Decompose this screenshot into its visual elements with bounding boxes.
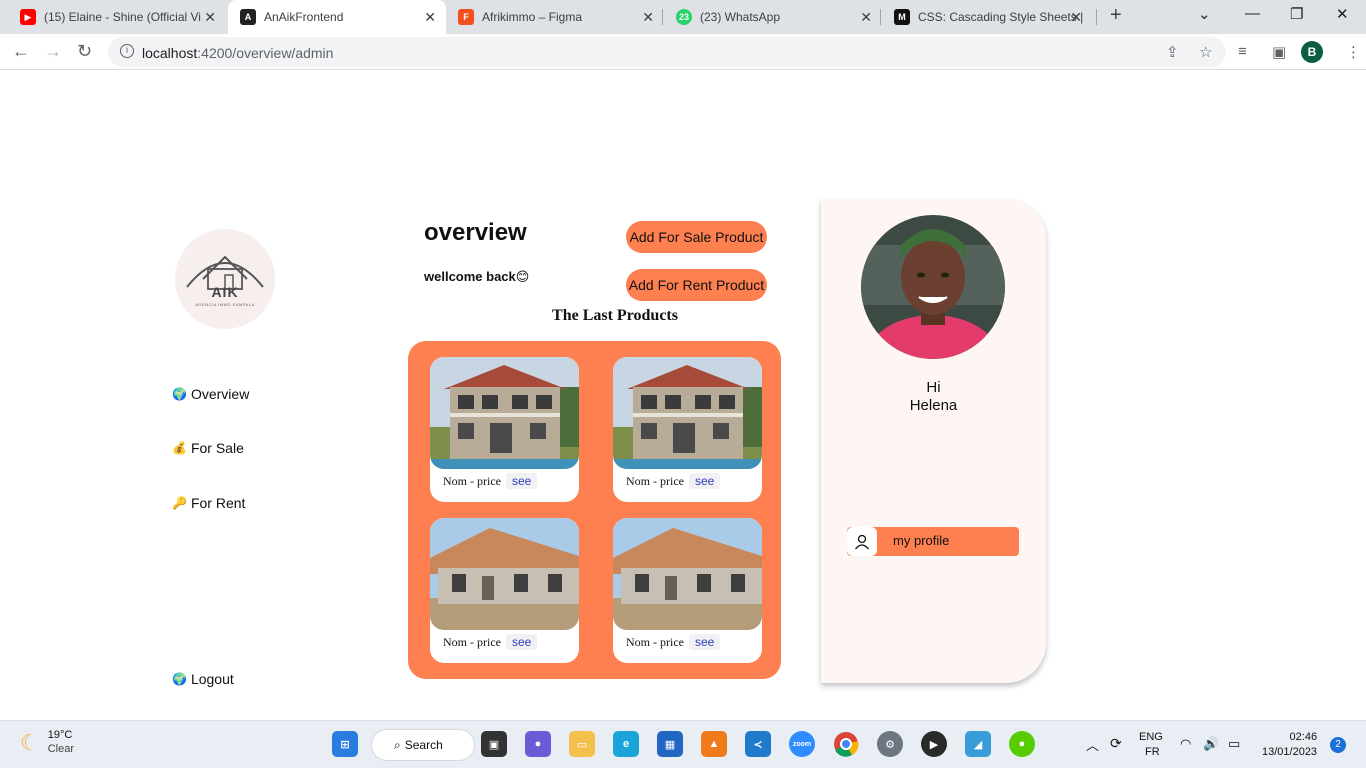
product-card[interactable]: Nom - price see	[430, 357, 579, 502]
close-window-button[interactable]: ✕	[1336, 5, 1349, 23]
back-button[interactable]: ←	[12, 41, 30, 62]
settings-gear-icon[interactable]: ⚙	[877, 731, 903, 757]
product-card[interactable]: Nom - price see	[613, 518, 762, 663]
photos-icon[interactable]: ◢	[965, 731, 991, 757]
sidebar-item-logout[interactable]: 🌍 Logout	[172, 671, 234, 687]
restore-button[interactable]: ❐	[1290, 5, 1303, 23]
page-title: overview	[424, 219, 527, 246]
weather-widget[interactable]: ☾ 19°C Clear	[20, 729, 74, 757]
tab-youtube[interactable]: ▶ (15) Elaine - Shine (Official Vi ✕	[8, 0, 226, 34]
tab-mdn[interactable]: M CSS: Cascading Style Sheets | ✕	[882, 0, 1092, 34]
volume-icon[interactable]: 🔊	[1203, 736, 1219, 752]
task-view-icon[interactable]: ▣	[481, 731, 507, 757]
windows-taskbar: ☾ 19°C Clear ⊞ ⌕ Search ▣ ● ▭ e ▦ ▲ ≺ zo…	[0, 720, 1366, 768]
info-icon[interactable]: i	[120, 44, 134, 58]
figma-icon: F	[458, 9, 474, 25]
tab-figma[interactable]: F Afrikimmo – Figma ✕	[446, 0, 664, 34]
add-for-rent-button[interactable]: Add For Rent Product	[626, 269, 767, 301]
whatsapp-icon: 23	[676, 9, 692, 25]
minimize-button[interactable]: —	[1245, 5, 1260, 22]
vlc-icon[interactable]: ▲	[701, 731, 727, 757]
notification-badge[interactable]: 2	[1330, 737, 1346, 753]
product-card[interactable]: Nom - price see	[613, 357, 762, 502]
product-caption: Nom - price see	[626, 473, 721, 489]
user-avatar	[861, 215, 1005, 359]
globe-icon: 🌍	[172, 672, 187, 686]
house-photo	[430, 518, 579, 630]
product-caption: Nom - price see	[443, 473, 538, 489]
product-caption: Nom - price see	[626, 634, 721, 650]
aik-logo: AIK AGENCIA IMMO KAMPALA	[175, 229, 275, 329]
sidebar-item-for-sale[interactable]: 💰 For Sale	[172, 440, 244, 456]
vscode-icon[interactable]: ≺	[745, 731, 771, 757]
bookmark-star-icon[interactable]: ☆	[1199, 43, 1212, 61]
greeting-text: Hi Helena	[909, 379, 958, 414]
money-bag-icon: 💰	[172, 441, 187, 455]
user-icon	[847, 527, 877, 556]
forward-button[interactable]: →	[44, 41, 62, 62]
clock[interactable]: 02:46 13/01/2023	[1262, 731, 1317, 758]
moon-icon: ☾	[20, 730, 40, 755]
tab-search-icon[interactable]: ⌄	[1198, 5, 1211, 23]
battery-icon[interactable]: ▭	[1228, 736, 1240, 752]
browser-tab-strip: ▶ (15) Elaine - Shine (Official Vi ✕ A A…	[0, 0, 1366, 34]
browser-toolbar: ← → ↻ i localhost:4200/overview/admin ⇪ …	[0, 34, 1366, 70]
see-link[interactable]: see	[688, 634, 721, 650]
duolingo-icon[interactable]: ●	[1009, 731, 1035, 757]
close-icon[interactable]: ✕	[424, 9, 436, 26]
sync-icon[interactable]: ⟳	[1110, 735, 1122, 752]
chat-icon[interactable]: ●	[525, 731, 551, 757]
address-bar[interactable]: i localhost:4200/overview/admin ⇪ ☆	[108, 37, 1226, 67]
close-icon[interactable]: ✕	[642, 9, 654, 26]
language-indicator[interactable]: ENG FR	[1139, 731, 1163, 758]
side-panel-icon[interactable]: ▣	[1272, 43, 1286, 61]
close-icon[interactable]: ✕	[1070, 9, 1082, 26]
welcome-text: wellcome back😊	[424, 269, 530, 284]
see-link[interactable]: see	[688, 473, 721, 489]
angular-icon: A	[240, 9, 256, 25]
globe-icon: 🌍	[172, 387, 187, 401]
profile-panel: Hi Helena my profile	[821, 199, 1046, 683]
house-photo	[613, 357, 762, 469]
house-photo	[613, 518, 762, 630]
product-card[interactable]: Nom - price see	[430, 518, 579, 663]
search-icon: ⌕	[394, 737, 401, 752]
chrome-icon[interactable]	[833, 731, 859, 757]
youtube-icon: ▶	[20, 9, 36, 25]
mdn-icon: M	[894, 9, 910, 25]
share-icon[interactable]: ⇪	[1166, 43, 1179, 61]
edge-icon[interactable]: e	[613, 731, 639, 757]
zoom-icon[interactable]: zoom	[789, 731, 815, 757]
last-products-title: The Last Products	[552, 307, 678, 324]
sidebar-item-overview[interactable]: 🌍 Overview	[172, 386, 249, 402]
url-text[interactable]: localhost:4200/overview/admin	[142, 45, 333, 61]
products-panel: Nom - price see Nom - price see Nom - pr…	[408, 341, 781, 679]
reload-button[interactable]: ↻	[77, 41, 92, 62]
start-icon[interactable]: ⊞	[332, 731, 358, 757]
product-caption: Nom - price see	[443, 634, 538, 650]
media-player-icon[interactable]: ▶	[921, 731, 947, 757]
chevron-up-icon[interactable]: ︿	[1086, 735, 1099, 754]
close-icon[interactable]: ✕	[860, 9, 872, 26]
tab-anaikfrontend[interactable]: A AnAikFrontend ✕	[228, 0, 446, 34]
see-link[interactable]: see	[505, 473, 538, 489]
file-explorer-icon[interactable]: ▭	[569, 731, 595, 757]
my-profile-button[interactable]: my profile	[847, 527, 1019, 556]
media-control-icon[interactable]: ≡	[1238, 43, 1247, 60]
new-tab-button[interactable]: +	[1110, 4, 1122, 27]
profile-avatar[interactable]: B	[1301, 41, 1323, 63]
wifi-icon[interactable]: ◠	[1180, 736, 1191, 752]
add-for-sale-button[interactable]: Add For Sale Product	[626, 221, 767, 253]
sidebar-item-for-rent[interactable]: 🔑 For Rent	[172, 495, 245, 511]
menu-icon[interactable]: ⋮	[1346, 43, 1361, 61]
house-photo	[430, 357, 579, 469]
tab-whatsapp[interactable]: 23 (23) WhatsApp ✕	[664, 0, 882, 34]
store-icon[interactable]: ▦	[657, 731, 683, 757]
close-icon[interactable]: ✕	[204, 9, 216, 26]
key-icon: 🔑	[172, 496, 187, 510]
taskbar-search[interactable]: ⌕ Search	[371, 729, 475, 761]
see-link[interactable]: see	[505, 634, 538, 650]
